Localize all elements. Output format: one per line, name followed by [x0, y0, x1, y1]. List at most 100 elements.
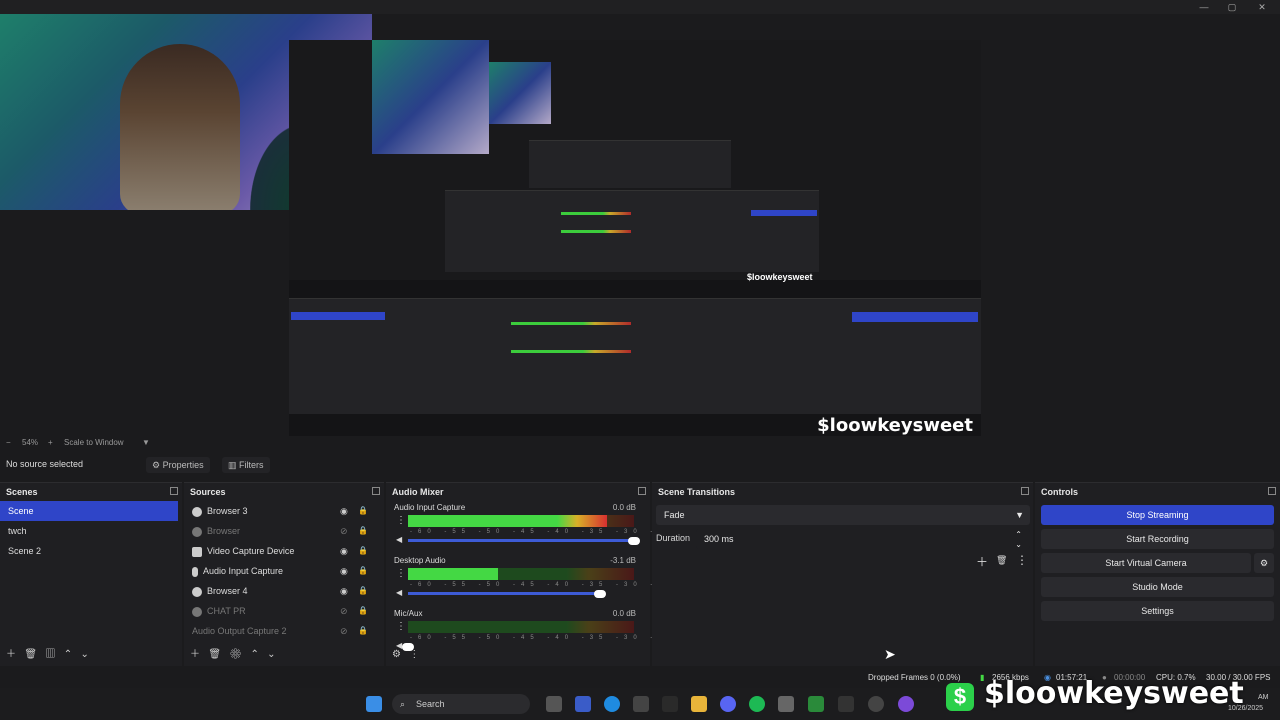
- source-item[interactable]: Browser ⊘ 🔒: [184, 521, 380, 541]
- transition-select[interactable]: Fade ▼: [656, 505, 1030, 525]
- virtual-camera-settings-button[interactable]: ⚙: [1254, 553, 1274, 573]
- chevron-down-icon: ▼: [1015, 510, 1024, 520]
- lock-icon[interactable]: 🔒: [358, 541, 368, 561]
- obs-icon[interactable]: [868, 696, 884, 712]
- move-up-icon[interactable]: ⌃: [250, 649, 258, 660]
- browser-icon: [192, 506, 202, 517]
- preview-canvas[interactable]: $loowkeysweet $loowkeysweet: [0, 14, 1280, 442]
- minimize-button[interactable]: —: [1190, 0, 1218, 14]
- eye-icon[interactable]: ◉: [340, 561, 348, 581]
- source-item[interactable]: Browser 3 ◉ 🔒: [184, 501, 380, 521]
- app-icon[interactable]: [898, 696, 914, 712]
- eye-icon[interactable]: ◉: [340, 581, 348, 601]
- gear-icon[interactable]: ⚙: [229, 649, 242, 660]
- source-item[interactable]: Browser 4 ◉ 🔒: [184, 581, 380, 601]
- more-options-icon[interactable]: ⋮: [409, 649, 419, 660]
- undock-icon[interactable]: [372, 487, 380, 495]
- eye-icon[interactable]: ◉: [340, 541, 348, 561]
- speaker-icon[interactable]: ◀: [396, 588, 402, 597]
- taskbar-search[interactable]: ⌕ Search: [392, 694, 530, 714]
- lock-icon[interactable]: 🔒: [358, 561, 368, 581]
- spotify-icon[interactable]: [749, 696, 765, 712]
- trash-icon[interactable]: 🗑: [208, 649, 221, 660]
- settings-button[interactable]: Settings: [1041, 601, 1274, 621]
- move-down-icon[interactable]: ⌄: [267, 649, 275, 660]
- eye-icon[interactable]: ◉: [340, 501, 348, 521]
- chevron-down-icon[interactable]: ▼: [142, 436, 150, 450]
- add-icon[interactable]: ＋: [190, 649, 200, 660]
- undock-icon[interactable]: [1021, 487, 1029, 495]
- xbox-icon[interactable]: [808, 696, 824, 712]
- file-explorer-icon[interactable]: [691, 696, 707, 712]
- edge-icon[interactable]: [604, 696, 620, 712]
- zoom-out-button[interactable]: −: [6, 436, 11, 450]
- mixer-channel-db: -3.1 dB: [610, 556, 636, 565]
- controls-dock: Controls Stop Streaming Start Recording …: [1035, 482, 1280, 666]
- add-icon[interactable]: ＋: [6, 649, 16, 660]
- lock-icon[interactable]: 🔒: [358, 581, 368, 601]
- nested-small-watermark: $loowkeysweet: [747, 272, 813, 282]
- stop-streaming-button[interactable]: Stop Streaming: [1041, 505, 1274, 525]
- eye-hidden-icon[interactable]: ⊘: [340, 621, 348, 641]
- close-button[interactable]: ✕: [1248, 0, 1276, 14]
- properties-button[interactable]: ⚙ Properties: [146, 457, 210, 473]
- discord-icon[interactable]: [720, 696, 736, 712]
- nested-obs-window-2: [529, 140, 731, 188]
- advanced-audio-icon[interactable]: ⚙: [392, 649, 401, 660]
- maximize-button[interactable]: ▢: [1218, 0, 1246, 14]
- start-recording-button[interactable]: Start Recording: [1041, 529, 1274, 549]
- volume-meter: [408, 568, 634, 580]
- channel-menu-icon[interactable]: ⋮: [396, 515, 406, 526]
- start-virtual-camera-button[interactable]: Start Virtual Camera: [1041, 553, 1251, 573]
- speaker-icon[interactable]: ◀: [396, 535, 402, 544]
- scenes-title: Scenes: [6, 487, 38, 497]
- copilot-icon[interactable]: [575, 696, 591, 712]
- source-item[interactable]: CHAT PR ⊘ 🔒: [184, 601, 380, 621]
- app-icon[interactable]: [662, 696, 678, 712]
- duration-input[interactable]: 300 ms ⌃ ⌄: [696, 529, 1030, 549]
- undock-icon[interactable]: [170, 487, 178, 495]
- stepper-down-icon[interactable]: ⌄: [1015, 535, 1022, 555]
- scene-item-twch[interactable]: twch: [0, 521, 178, 541]
- channel-menu-icon[interactable]: ⋮: [396, 621, 406, 632]
- source-label: Audio Output Capture 2: [192, 626, 287, 636]
- eye-hidden-icon[interactable]: ⊘: [340, 601, 348, 621]
- filter-icon: ▥: [228, 460, 240, 470]
- move-down-icon[interactable]: ⌄: [80, 649, 88, 660]
- app-icon[interactable]: [838, 696, 854, 712]
- zoom-in-button[interactable]: +: [48, 436, 53, 450]
- undock-icon[interactable]: [638, 487, 646, 495]
- settings-icon[interactable]: [778, 696, 794, 712]
- trash-icon[interactable]: 🗑: [24, 649, 37, 660]
- lock-icon[interactable]: 🔒: [358, 501, 368, 521]
- scale-mode[interactable]: Scale to Window: [64, 436, 124, 450]
- channel-menu-icon[interactable]: ⋮: [396, 568, 406, 579]
- eye-hidden-icon[interactable]: ⊘: [340, 521, 348, 541]
- scene-item-scene-2[interactable]: Scene 2: [0, 541, 178, 561]
- filters-button[interactable]: ▥ Filters: [222, 457, 270, 473]
- volume-slider-handle[interactable]: [594, 590, 606, 598]
- lock-icon[interactable]: 🔒: [358, 601, 368, 621]
- browser-icon: [192, 526, 202, 537]
- zoom-level: 54%: [22, 438, 39, 447]
- volume-slider-handle[interactable]: [628, 537, 640, 545]
- source-item[interactable]: Video Capture Device ◉ 🔒: [184, 541, 380, 561]
- source-item[interactable]: Audio Input Capture ◉ 🔒: [184, 561, 380, 581]
- nested-top-area: $loowkeysweet: [289, 40, 981, 282]
- lock-icon[interactable]: 🔒: [358, 621, 368, 641]
- more-options-icon[interactable]: ⋮: [1016, 553, 1028, 567]
- studio-mode-button[interactable]: Studio Mode: [1041, 577, 1274, 597]
- undock-icon[interactable]: [1268, 487, 1276, 495]
- calculator-icon[interactable]: [633, 696, 649, 712]
- volume-slider[interactable]: [408, 539, 634, 542]
- lock-icon[interactable]: 🔒: [358, 521, 368, 541]
- windows-start-icon[interactable]: [366, 696, 382, 712]
- move-up-icon[interactable]: ⌃: [64, 649, 72, 660]
- source-item[interactable]: Audio Output Capture 2 ⊘ 🔒: [184, 621, 380, 641]
- add-icon[interactable]: ＋: [976, 553, 988, 570]
- trash-icon[interactable]: 🗑: [996, 555, 1007, 566]
- scene-item-scene[interactable]: Scene: [0, 501, 178, 521]
- volume-slider[interactable]: [408, 592, 600, 595]
- task-view-icon[interactable]: [546, 696, 562, 712]
- filter-icon[interactable]: ▥: [45, 649, 55, 660]
